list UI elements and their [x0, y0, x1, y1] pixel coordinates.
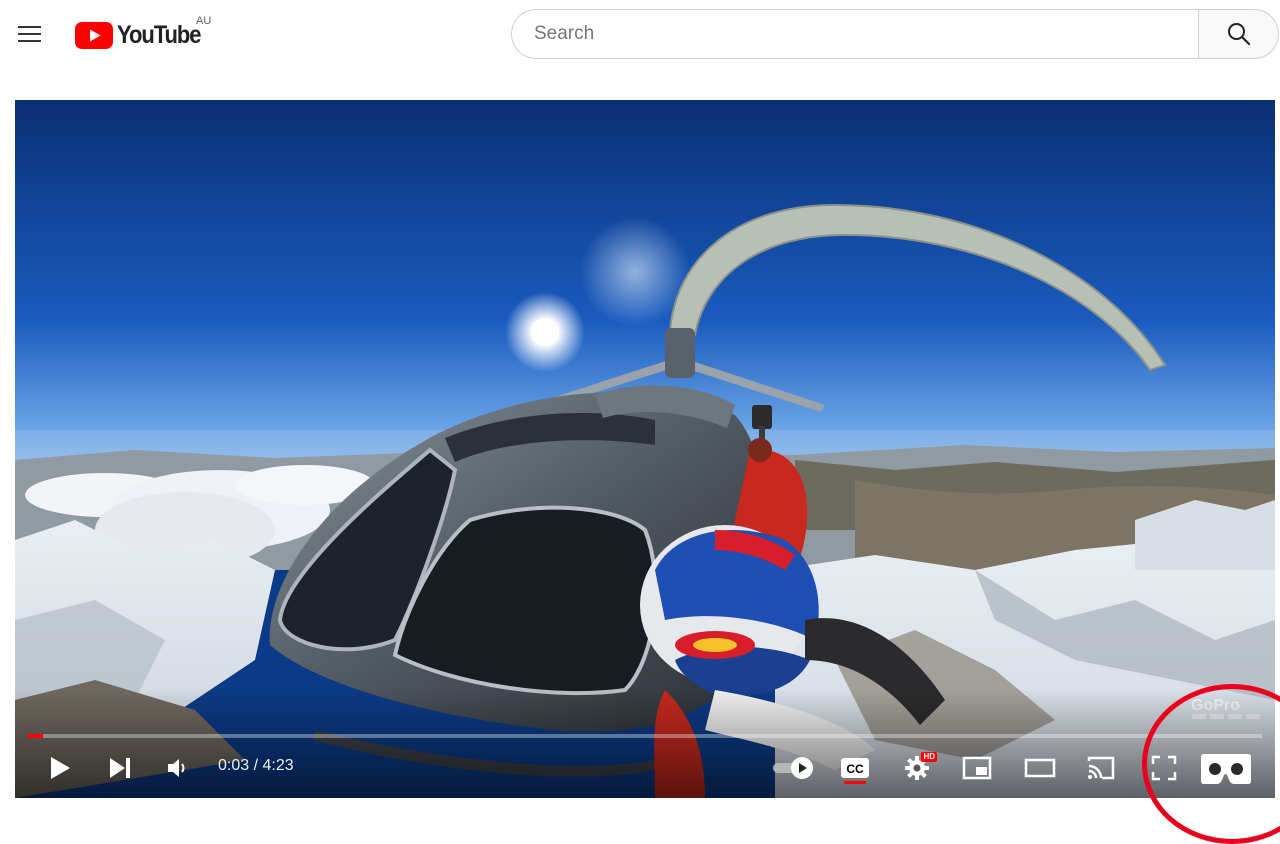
- youtube-play-logo-icon: [75, 21, 113, 49]
- time-separator: /: [249, 757, 263, 774]
- search-input[interactable]: [532, 22, 1198, 46]
- autoplay-toggle[interactable]: [770, 748, 820, 788]
- guide-menu-button[interactable]: [10, 14, 50, 54]
- youtube-logo-text: YouTube: [117, 20, 202, 49]
- cast-button[interactable]: [1079, 748, 1123, 788]
- video-player[interactable]: GoPro 0:03 / 4:23 CC HD: [15, 100, 1275, 798]
- miniplayer-icon: [962, 756, 992, 780]
- next-button[interactable]: [98, 748, 142, 788]
- mute-button[interactable]: [156, 748, 200, 788]
- progress-bar[interactable]: [28, 734, 1262, 738]
- vr-cardboard-button[interactable]: [1198, 748, 1254, 788]
- hamburger-menu-icon: [18, 26, 41, 42]
- vr-headset-icon: [1201, 754, 1251, 784]
- progress-played: [28, 734, 43, 738]
- gopro-watermark: GoPro: [1191, 697, 1240, 714]
- masthead: YouTube AU: [0, 0, 1280, 70]
- closed-captions-icon: CC: [841, 758, 869, 778]
- hd-badge: HD: [921, 752, 937, 762]
- captions-on-indicator: [844, 781, 866, 784]
- search-button[interactable]: [1198, 9, 1279, 59]
- play-icon: [51, 757, 70, 779]
- autoplay-toggle-icon: [773, 757, 813, 779]
- fullscreen-button[interactable]: [1142, 748, 1186, 788]
- miniplayer-button[interactable]: [955, 748, 999, 788]
- fullscreen-icon: [1151, 755, 1177, 781]
- play-button[interactable]: [38, 748, 82, 788]
- time-display: 0:03 / 4:23: [218, 757, 294, 775]
- youtube-logo[interactable]: YouTube: [75, 18, 212, 52]
- search-icon: [1227, 23, 1250, 46]
- video-frame-helicopter-360[interactable]: GoPro: [15, 100, 1275, 798]
- theater-mode-button[interactable]: [1018, 748, 1062, 788]
- cast-icon: [1087, 756, 1115, 780]
- theater-mode-icon: [1024, 758, 1056, 778]
- current-time: 0:03: [218, 757, 250, 774]
- region-code: AU: [196, 15, 212, 27]
- search-bar: [511, 9, 1279, 59]
- svg-text:CC: CC: [846, 762, 864, 776]
- skip-next-icon: [110, 758, 130, 778]
- search-box[interactable]: [511, 9, 1198, 59]
- subtitles-button[interactable]: CC: [833, 748, 877, 788]
- volume-icon: [168, 759, 185, 777]
- settings-button[interactable]: HD: [895, 748, 939, 788]
- duration: 4:23: [262, 757, 294, 774]
